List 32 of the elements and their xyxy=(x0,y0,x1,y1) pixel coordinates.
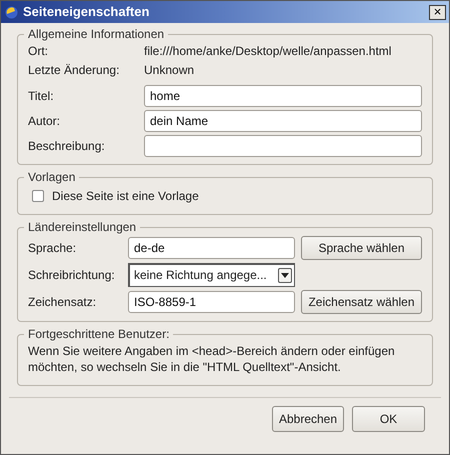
field-value: file:///home/anke/Desktop/welle/anpassen.html xyxy=(144,42,392,60)
dropdown[interactable]: keine Richtung angege... xyxy=(128,262,295,286)
text-field[interactable]: dein Name xyxy=(144,110,422,132)
app-icon xyxy=(5,6,18,18)
field-label: Ort: xyxy=(28,42,49,60)
dialog-button[interactable]: OK xyxy=(352,406,425,432)
dropdown-value: keine Richtung angege... xyxy=(134,267,268,284)
checkbox-label: Diese Seite ist eine Vorlage xyxy=(52,188,199,205)
field-label: Sprache: xyxy=(28,240,78,256)
text-field[interactable] xyxy=(144,134,422,156)
close-button[interactable]: × xyxy=(429,4,446,20)
field-label: Schreibrichtung: xyxy=(28,266,116,284)
field-label: Zeichensatz: xyxy=(28,294,98,310)
field-value: Unknown xyxy=(144,62,194,78)
field-label: Letzte Änderung: xyxy=(28,62,120,78)
field-label: Beschreibung: xyxy=(28,138,106,154)
checkbox[interactable] xyxy=(32,190,44,202)
group-title: Vorlagen xyxy=(27,170,76,184)
dialog-button[interactable]: Abbrechen xyxy=(272,406,344,432)
caret-icon xyxy=(278,268,292,282)
field-label: Autor: xyxy=(28,112,62,130)
info-text: Wenn Sie weitere Angaben im <head>-Bereich ändern oder einfügen möchten, so wechseln Sie in die "HTML Quelltext"-Ansicht. xyxy=(28,343,396,376)
group-title: Fortgeschrittene Benutzer: xyxy=(27,327,170,341)
group-title: Ländereinstellungen xyxy=(27,220,138,234)
text-field[interactable]: ISO-8859-1 xyxy=(128,290,295,312)
window-title: Seiteneigenschaften xyxy=(23,3,150,22)
text-field[interactable]: home xyxy=(144,84,422,106)
group-title: Allgemeine Informationen xyxy=(27,27,166,41)
choose-button[interactable]: Sprache wählen xyxy=(301,236,422,260)
text-field[interactable]: de-de xyxy=(128,236,295,258)
field-label: Titel: xyxy=(28,88,55,104)
choose-button[interactable]: Zeichensatz wählen xyxy=(301,290,422,314)
